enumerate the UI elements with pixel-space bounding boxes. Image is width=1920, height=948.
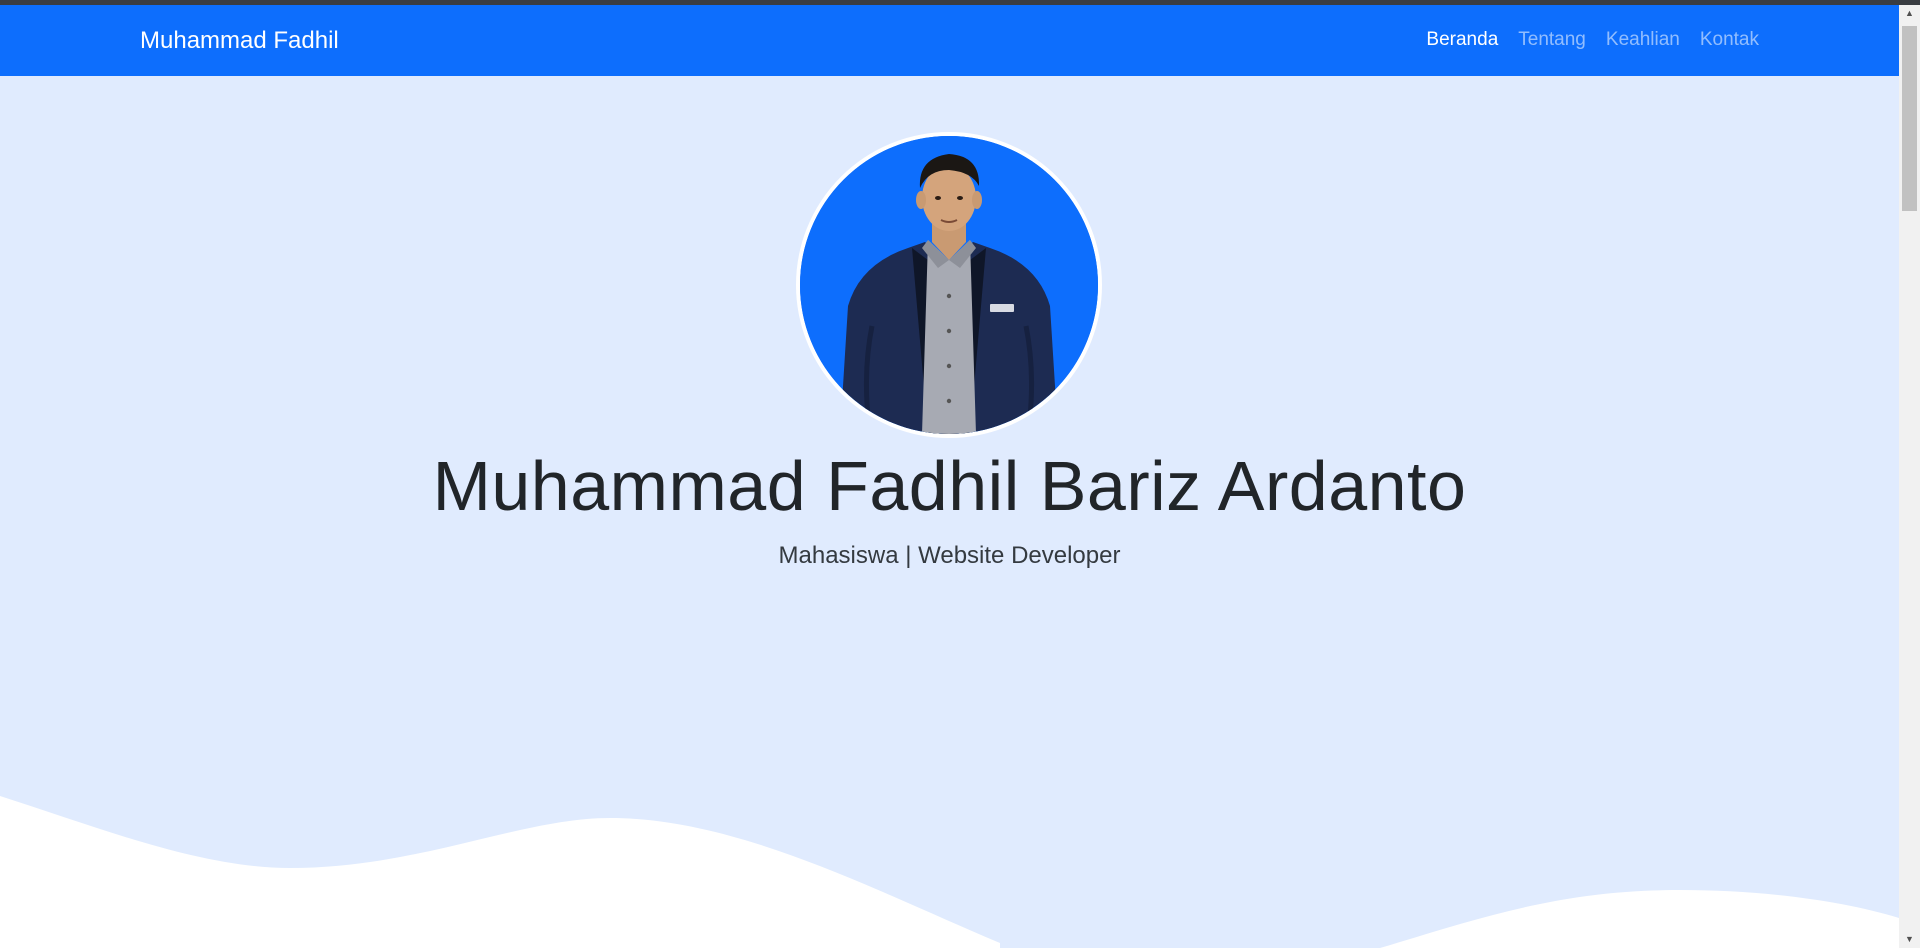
navbar-brand[interactable]: Muhammad Fadhil: [140, 27, 339, 55]
hero-title: Muhammad Fadhil Bariz Ardanto: [432, 447, 1467, 525]
scroll-down-arrow-icon[interactable]: ▼: [1899, 931, 1920, 948]
scrollbar-thumb[interactable]: [1902, 26, 1917, 211]
nav-link-beranda[interactable]: Beranda: [1426, 29, 1498, 50]
nav-item-keahlian: Keahlian: [1606, 29, 1680, 51]
nav-link-tentang[interactable]: Tentang: [1518, 29, 1586, 50]
nav-item-tentang: Tentang: [1518, 29, 1586, 51]
navbar: Muhammad Fadhil Beranda Tentang Keahlian…: [0, 5, 1899, 76]
scroll-up-arrow-icon[interactable]: ▲: [1899, 5, 1920, 22]
person-portrait-illustration: [800, 136, 1098, 434]
nav-item-beranda: Beranda: [1426, 29, 1498, 51]
hero-subtitle: Mahasiswa | Website Developer: [778, 542, 1121, 569]
page-viewport: Muhammad Fadhil Beranda Tentang Keahlian…: [0, 5, 1899, 948]
nav-item-kontak: Kontak: [1700, 29, 1759, 51]
hero-section: Muhammad Fadhil Bariz Ardanto Mahasiswa …: [0, 76, 1899, 948]
profile-photo: [796, 132, 1102, 438]
nav-links: Beranda Tentang Keahlian Kontak: [1426, 29, 1759, 51]
nav-link-keahlian[interactable]: Keahlian: [1606, 29, 1680, 50]
hero-wave-divider: [0, 796, 1899, 948]
page-scrollbar[interactable]: ▲ ▼: [1899, 5, 1920, 948]
nav-link-kontak[interactable]: Kontak: [1700, 29, 1759, 50]
